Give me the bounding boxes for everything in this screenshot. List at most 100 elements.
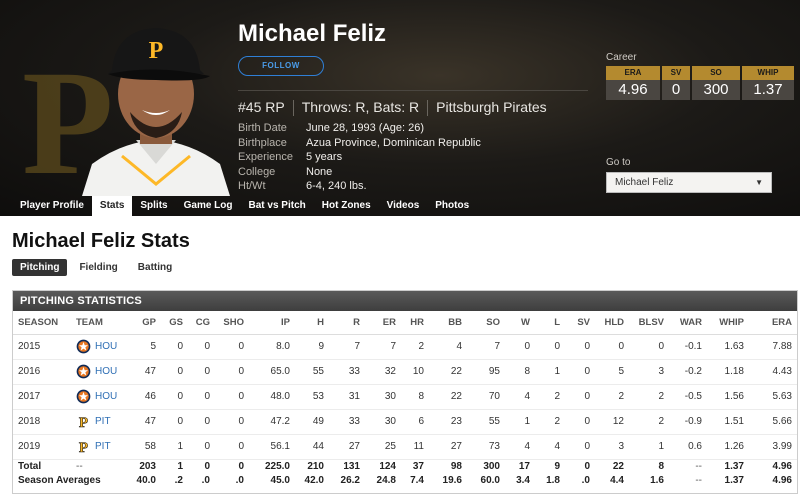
bio-row: Ht/Wt 6-4, 240 lbs. xyxy=(238,179,481,194)
cell-er: 25 xyxy=(365,434,401,460)
cell-w: 3.4 xyxy=(516,474,530,486)
column-header-cg[interactable]: CG xyxy=(188,311,215,335)
team-abbrev[interactable]: HOU xyxy=(95,391,117,402)
cell-l: 1 xyxy=(535,359,565,385)
team-abbrev[interactable]: PIT xyxy=(95,441,111,452)
column-header-gs[interactable]: GS xyxy=(161,311,188,335)
cell-w: 8 xyxy=(505,359,535,385)
cell-sv: 0 xyxy=(565,434,595,460)
team-link[interactable]: HOU xyxy=(76,389,122,404)
cell-h: 53 xyxy=(295,384,329,410)
team-link[interactable]: HOU xyxy=(76,339,122,354)
bio-row: College None xyxy=(238,165,481,180)
column-header-sho[interactable]: SHO xyxy=(215,311,249,335)
tab-photos[interactable]: Photos xyxy=(427,196,477,216)
career-stat-sv: SV 0 xyxy=(662,66,690,100)
cell-hr: 37 xyxy=(412,460,424,472)
career-stat-so: SO 300 xyxy=(692,66,740,100)
cell-gs: 1 xyxy=(177,460,183,472)
table-header-row: SEASON TEAM GP GS CG SHO IP H R ER HR BB SO W L SV HLD BL… xyxy=(13,311,797,335)
table-row: 2016 HOU 47 0 0 0 65.0 55 33 32 10 22 95 8 1 0 5 3 -0.2 1.1… xyxy=(13,359,797,385)
player-team-link[interactable]: Pittsburgh Pirates xyxy=(436,99,547,115)
team-abbrev[interactable]: HOU xyxy=(95,341,117,352)
team-abbrev[interactable]: PIT xyxy=(95,416,111,427)
cell-blsv: 1.6 xyxy=(650,474,664,486)
cell-l: 0 xyxy=(535,334,565,360)
cell-blsv: 2 xyxy=(629,409,669,435)
cell-er: 32 xyxy=(365,359,401,385)
cell-sho: 0 xyxy=(215,359,249,385)
cell-whip: 1.63 xyxy=(707,334,749,360)
cell-gs: 1 xyxy=(161,434,188,460)
column-header-team[interactable]: TEAM xyxy=(71,311,127,335)
cell-bb: 19.6 xyxy=(442,474,462,486)
team-cell: P PIT xyxy=(71,409,127,435)
column-header-so[interactable]: SO xyxy=(467,311,505,335)
cell-gs: 0 xyxy=(161,384,188,410)
tab-hot-zones[interactable]: Hot Zones xyxy=(314,196,379,216)
cell-sho: 0 xyxy=(238,460,244,472)
cell-sv: 0 xyxy=(565,334,595,360)
column-header-season[interactable]: SEASON xyxy=(13,311,71,335)
bio-row: Birthplace Azua Province, Dominican Repub… xyxy=(238,136,481,151)
tab-pitching[interactable]: Pitching xyxy=(12,259,68,276)
column-header-blsv[interactable]: BLSV xyxy=(629,311,669,335)
astros-logo-icon xyxy=(76,389,91,404)
column-header-whip[interactable]: WHIP xyxy=(707,311,749,335)
team-link[interactable]: HOU xyxy=(76,364,122,379)
tab-fielding[interactable]: Fielding xyxy=(71,259,125,276)
section-title: PITCHING STATISTICS xyxy=(13,291,797,311)
column-header-r[interactable]: R xyxy=(329,311,365,335)
cell-hr: 2 xyxy=(401,334,429,360)
team-cell: HOU xyxy=(71,334,127,360)
cell-era: 7.88 xyxy=(749,334,797,360)
cell-so: 60.0 xyxy=(480,474,500,486)
cell-gp: 47 xyxy=(127,359,161,385)
cell-hr: 10 xyxy=(401,359,429,385)
cell-cg: 0 xyxy=(188,434,215,460)
cell-season: 2016 xyxy=(13,359,71,385)
divider xyxy=(427,100,429,117)
cell-gp: 5 xyxy=(127,334,161,360)
cell-bb: 22 xyxy=(429,359,467,385)
column-header-war[interactable]: WAR xyxy=(669,311,707,335)
cell-ip: 65.0 xyxy=(249,359,295,385)
team-cell: HOU xyxy=(71,384,127,410)
cell-war: -0.9 xyxy=(669,409,707,435)
tab-player-profile[interactable]: Player Profile xyxy=(12,196,92,216)
column-header-l[interactable]: L xyxy=(535,311,565,335)
column-header-gp[interactable]: GP xyxy=(127,311,161,335)
column-header-hld[interactable]: HLD xyxy=(595,311,629,335)
column-header-bb[interactable]: BB xyxy=(429,311,467,335)
tab-batting[interactable]: Batting xyxy=(130,259,180,276)
cell-so: 55 xyxy=(467,409,505,435)
tab-splits[interactable]: Splits xyxy=(132,196,175,216)
tab-videos[interactable]: Videos xyxy=(379,196,428,216)
player-goto-select[interactable]: Michael Feliz ▼ xyxy=(606,172,772,193)
player-number-position: #45 RP xyxy=(238,99,285,115)
cell-l: 2 xyxy=(535,409,565,435)
bio-label: Birthplace xyxy=(238,136,287,149)
cell-bb: 4 xyxy=(429,334,467,360)
column-header-w[interactable]: W xyxy=(505,311,535,335)
tab-bat-vs-pitch[interactable]: Bat vs Pitch xyxy=(241,196,314,216)
cell-season: Season Averages xyxy=(18,474,101,486)
column-header-hr[interactable]: HR xyxy=(401,311,429,335)
tab-game-log[interactable]: Game Log xyxy=(176,196,241,216)
cell-cg: .0 xyxy=(201,474,210,486)
cell-bb: 23 xyxy=(429,409,467,435)
column-header-era[interactable]: ERA xyxy=(749,311,797,335)
team-abbrev[interactable]: HOU xyxy=(95,366,117,377)
column-header-sv[interactable]: SV xyxy=(565,311,595,335)
cell-h: 9 xyxy=(295,334,329,360)
column-header-h[interactable]: H xyxy=(295,311,329,335)
tab-stats[interactable]: Stats xyxy=(91,196,133,216)
bio-label: Ht/Wt xyxy=(238,180,266,192)
follow-button[interactable]: FOLLOW xyxy=(238,56,324,76)
team-link[interactable]: P PIT xyxy=(76,439,122,454)
team-link[interactable]: P PIT xyxy=(76,414,122,429)
column-header-er[interactable]: ER xyxy=(365,311,401,335)
column-header-ip[interactable]: IP xyxy=(249,311,295,335)
astros-logo-icon xyxy=(76,364,91,379)
cell-ip: 56.1 xyxy=(249,434,295,460)
